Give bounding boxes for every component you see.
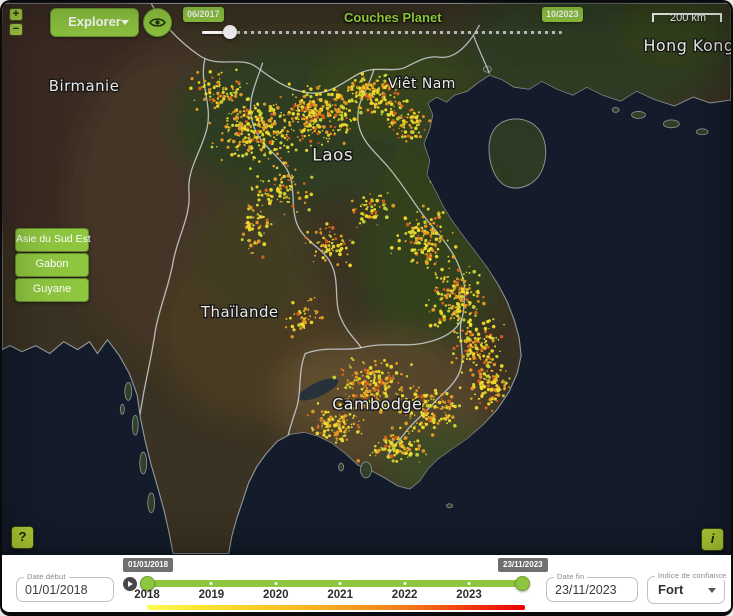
scale-label: 200 km — [652, 12, 724, 24]
chevron-down-icon — [121, 20, 129, 25]
timeline-track[interactable] — [144, 580, 526, 587]
timeline-year-2019: 2019 — [199, 589, 225, 601]
layers-timeline-handle[interactable] — [223, 25, 237, 39]
timeline-year-2021: 2021 — [327, 589, 353, 601]
timeline-end-tooltip: 23/11/2023 — [498, 558, 548, 572]
map-label-cambodge: Cambodge — [332, 394, 422, 413]
map-label-hong-kong: Hong Kong — [643, 36, 731, 55]
timeline-year-2020: 2020 — [263, 589, 289, 601]
date-start-input[interactable] — [17, 578, 113, 601]
layer-visibility-button[interactable] — [143, 8, 172, 37]
satellite-map: Birmanie Viêt Nam Laos Thaïlande Cambodge Hon… — [2, 2, 731, 555]
timeline-tick-dot — [274, 582, 277, 585]
explorer-dropdown[interactable]: Explorer — [50, 8, 139, 37]
zoom-in-button[interactable]: + — [9, 8, 23, 21]
timeline-end-handle[interactable] — [515, 576, 530, 591]
date-end-label: Date fin — [554, 572, 587, 581]
timeline-start-tooltip: 01/01/2018 — [123, 558, 173, 572]
map-label-laos: Laos — [312, 145, 353, 165]
date-end-input[interactable] — [547, 578, 637, 601]
hainan-island — [489, 119, 546, 188]
timeline-tick-dot — [468, 582, 471, 585]
timeline-year-2023: 2023 — [456, 589, 482, 601]
timeline-tick-dot — [403, 582, 406, 585]
layers-bar-title: Couches Planet — [344, 10, 442, 25]
date-start-label: Date début — [24, 572, 69, 581]
zoom-out-button[interactable]: − — [9, 23, 23, 36]
timeline-bar: Date début 01/01/2018 23/11/2023 2018 201… — [2, 555, 731, 614]
confidence-gradient-bar — [147, 605, 525, 610]
region-button-gabon[interactable]: Gabon — [15, 253, 89, 277]
layers-start-date-badge: 06/2017 — [183, 7, 224, 22]
map-label-vi-t-nam: Viêt Nam — [388, 76, 456, 92]
map-label-tha-lande: Thaïlande — [200, 303, 279, 321]
date-end-field[interactable]: Date fin — [546, 577, 638, 602]
confidence-label: Indice de confiance — [655, 571, 729, 580]
layers-end-date-badge: 10/2023 — [542, 7, 583, 22]
explorer-dropdown-label: Explorer — [68, 14, 121, 29]
info-button[interactable]: i — [701, 528, 724, 551]
help-button[interactable]: ? — [11, 526, 34, 549]
zoom-controls: + − — [9, 8, 23, 38]
region-button-guyane[interactable]: Guyane — [15, 278, 89, 302]
map-scale-bar: 200 km — [652, 6, 724, 26]
eye-icon — [149, 16, 166, 29]
map-canvas[interactable]: Birmanie Viêt Nam Laos Thaïlande Cambodge Hon… — [2, 2, 731, 555]
timeline-tick-dot — [210, 582, 213, 585]
region-button-asie-du-sud-est[interactable]: Asie du Sud Est — [15, 228, 89, 252]
chevron-down-icon — [708, 588, 716, 593]
confidence-select[interactable]: Indice de confiance Fort — [647, 576, 725, 604]
map-label-birmanie: Birmanie — [49, 77, 120, 95]
app-window: Birmanie Viêt Nam Laos Thaïlande Cambodge Hon… — [0, 0, 733, 616]
layers-timeline-track[interactable] — [202, 31, 562, 34]
timeline-year-2018: 2018 — [134, 589, 160, 601]
timeline-year-2022: 2022 — [392, 589, 418, 601]
timeline-tick-dot — [339, 582, 342, 585]
date-start-field[interactable]: Date début — [16, 577, 114, 602]
